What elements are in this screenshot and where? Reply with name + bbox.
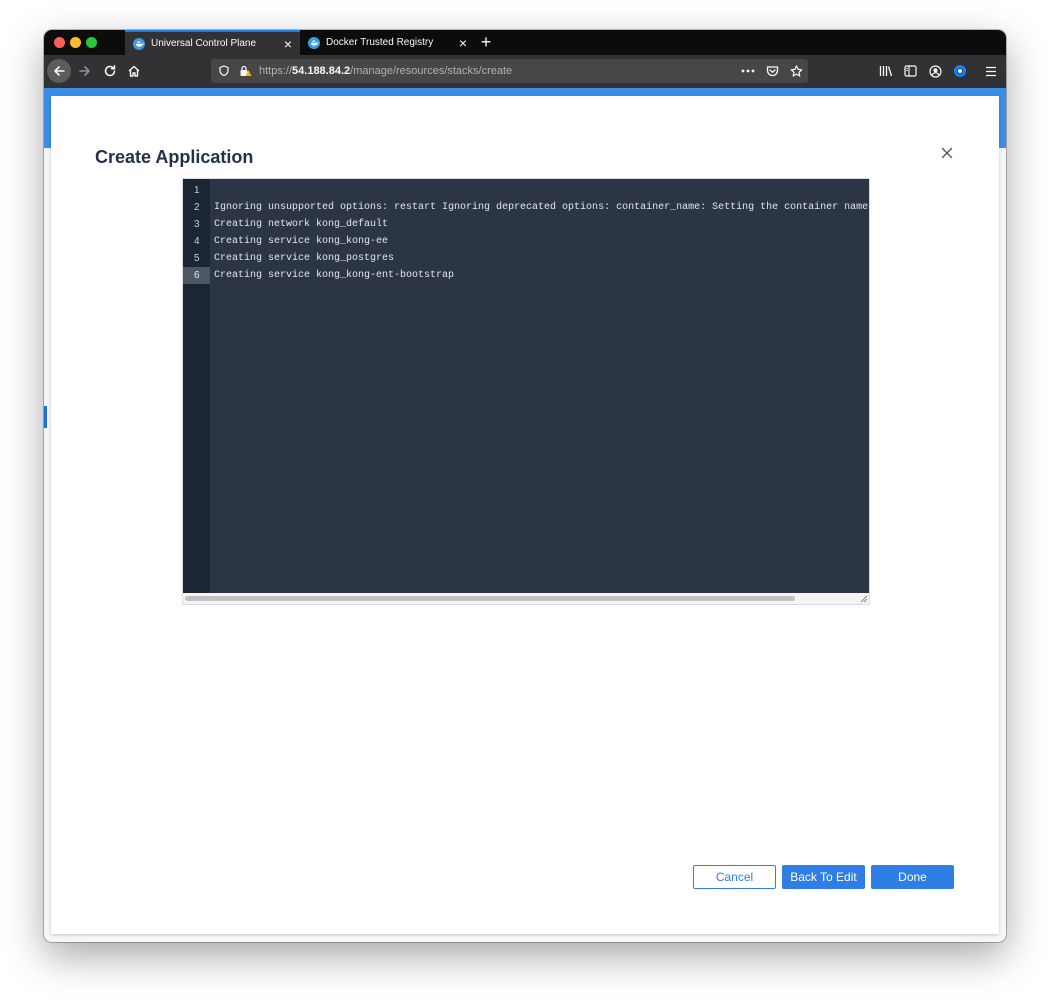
line-text: Creating network kong_default xyxy=(214,219,389,230)
home-icon xyxy=(128,65,140,77)
tab-title: Docker Trusted Registry xyxy=(326,37,434,48)
account-icon[interactable] xyxy=(927,63,943,79)
line-text: Creating service kong_postgres xyxy=(214,253,395,264)
scrollbar-thumb[interactable] xyxy=(185,596,795,601)
tab-universal-control-plane[interactable]: Universal Control Plane × xyxy=(125,30,300,55)
arrow-left-icon xyxy=(54,66,65,76)
tab-strip: Universal Control Plane × Docker Trusted… xyxy=(44,30,1006,55)
reload-icon xyxy=(104,65,116,77)
line-number: 6 xyxy=(183,267,210,284)
line-number: 5 xyxy=(194,253,200,264)
url-text: https://54.188.84.2/manage/resources/sta… xyxy=(259,65,512,77)
forward-button[interactable] xyxy=(73,59,97,83)
url-scheme: https:// xyxy=(259,65,293,77)
url-path: /manage/resources/stacks/create xyxy=(350,65,513,77)
sidebar-toggle-icon[interactable] xyxy=(902,63,918,79)
editor-line-current: 6 Creating service kong_kong-ent-bootstr… xyxy=(183,267,869,284)
window-close-button[interactable] xyxy=(54,37,65,48)
reload-button[interactable] xyxy=(98,59,122,83)
pocket-icon[interactable] xyxy=(764,63,780,79)
line-number: 1 xyxy=(194,185,200,196)
bookmark-star-icon[interactable] xyxy=(788,63,804,79)
line-number: 2 xyxy=(194,202,200,213)
docker-whale-icon xyxy=(133,37,145,50)
tab-close-icon[interactable]: × xyxy=(278,36,298,52)
home-button[interactable] xyxy=(122,59,146,83)
browser-window: Universal Control Plane × Docker Trusted… xyxy=(44,30,1006,942)
horizontal-scrollbar[interactable] xyxy=(183,593,869,604)
docker-whale-icon xyxy=(308,36,320,49)
line-text: Creating service kong_kong-ee xyxy=(214,236,389,247)
editor-line: 3 Creating network kong_default xyxy=(183,216,869,233)
resize-handle-icon[interactable] xyxy=(859,594,868,603)
create-application-modal: Create Application 1 2 Ignoring unsuppor… xyxy=(51,96,999,934)
tab-title: Universal Control Plane xyxy=(151,38,257,49)
line-text: Creating service kong_kong-ent-bootstrap xyxy=(214,270,455,281)
menu-hamburger-icon[interactable] xyxy=(983,63,999,79)
close-icon[interactable] xyxy=(937,143,957,163)
url-host: 54.188.84.2 xyxy=(292,65,351,77)
extension-icon[interactable] xyxy=(952,63,968,79)
new-tab-button[interactable]: + xyxy=(478,30,494,55)
window-zoom-button[interactable] xyxy=(86,37,97,48)
sidebar-active-marker xyxy=(44,406,47,428)
line-text: Ignoring unsupported options: restart Ig… xyxy=(214,202,870,213)
lock-warning-icon[interactable] xyxy=(237,63,253,79)
back-button[interactable] xyxy=(47,59,71,83)
editor-line: 4 Creating service kong_kong-ee xyxy=(183,233,869,250)
line-number: 4 xyxy=(194,236,200,247)
tab-docker-trusted-registry[interactable]: Docker Trusted Registry × xyxy=(300,30,475,55)
url-bar[interactable]: https://54.188.84.2/manage/resources/sta… xyxy=(211,59,808,83)
editor-line: 1 xyxy=(183,182,869,199)
done-button[interactable]: Done xyxy=(871,865,954,889)
window-minimize-button[interactable] xyxy=(70,37,81,48)
editor-line: 5 Creating service kong_postgres xyxy=(183,250,869,267)
editor-line: 2 Ignoring unsupported options: restart … xyxy=(183,199,869,216)
cancel-button[interactable]: Cancel xyxy=(693,865,776,889)
output-log-editor[interactable]: 1 2 Ignoring unsupported options: restar… xyxy=(182,178,870,605)
page-actions-icon[interactable] xyxy=(740,63,756,79)
tracking-shield-icon[interactable] xyxy=(216,63,232,79)
modal-title: Create Application xyxy=(95,147,254,167)
back-to-edit-button[interactable]: Back To Edit xyxy=(782,865,865,889)
page-content: Create Application 1 2 Ignoring unsuppor… xyxy=(44,88,1006,942)
arrow-right-icon xyxy=(79,66,90,76)
line-number: 3 xyxy=(194,219,200,230)
nav-toolbar: https://54.188.84.2/manage/resources/sta… xyxy=(44,55,1006,88)
tab-close-icon[interactable]: × xyxy=(453,35,473,51)
library-icon[interactable] xyxy=(878,63,894,79)
